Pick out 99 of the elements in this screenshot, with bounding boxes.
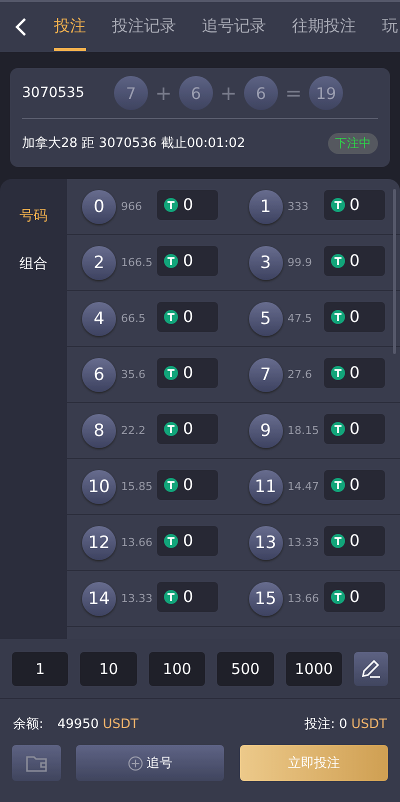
odds-text: 13.33	[288, 536, 320, 549]
category-item[interactable]: 号码	[20, 207, 48, 225]
amount-field[interactable]: 0	[324, 526, 384, 556]
amount-field[interactable]: 0	[324, 582, 384, 612]
balance-label: 余额:	[13, 716, 44, 733]
coin-icon	[330, 254, 344, 268]
odds-text: 13.33	[121, 592, 154, 605]
amount-field[interactable]: 0	[157, 246, 218, 276]
amount-field[interactable]: 0	[157, 358, 218, 388]
issue-number: 3070535	[22, 85, 86, 101]
number-ball[interactable]: 4	[82, 302, 116, 336]
balance-value: 49950	[57, 716, 99, 732]
balance-unit: USDT	[102, 716, 138, 732]
coin-icon	[330, 590, 344, 604]
chase-button[interactable]: 追号	[76, 745, 224, 781]
coin-icon	[330, 534, 344, 548]
coin-icon	[330, 366, 344, 380]
tab[interactable]: 往期投注	[292, 1, 356, 51]
coin-icon	[330, 422, 344, 436]
amount-field[interactable]: 0	[157, 190, 218, 220]
tab[interactable]: 玩	[382, 1, 398, 51]
plus-icon	[128, 756, 142, 770]
coin-icon	[164, 198, 178, 212]
bet-unit: USDT	[351, 716, 387, 732]
amount-field[interactable]: 0	[324, 302, 384, 332]
bet-label: 投注:	[304, 716, 335, 733]
coin-icon	[330, 310, 344, 324]
number-ball[interactable]: 5	[248, 302, 282, 336]
number-ball[interactable]: 3	[248, 246, 282, 280]
amount-field[interactable]: 0	[157, 582, 218, 612]
number-ball[interactable]: 9	[248, 414, 282, 448]
number-ball[interactable]: 14	[82, 582, 116, 616]
number-ball[interactable]: 15	[248, 582, 282, 616]
odds-text: 47.5	[288, 312, 313, 325]
operator: =	[284, 81, 303, 105]
sum-ball: 19	[309, 76, 343, 110]
amount-field[interactable]: 0	[157, 302, 218, 332]
amount-field[interactable]: 0	[324, 246, 384, 276]
wallet-button[interactable]	[12, 745, 61, 781]
operator: +	[154, 81, 173, 105]
tab[interactable]: 追号记录	[202, 1, 266, 51]
amount-chip[interactable]: 100	[148, 652, 206, 686]
odds-text: 18.15	[288, 424, 320, 437]
edit-button[interactable]	[354, 652, 388, 686]
tab[interactable]: 投注记录	[112, 1, 176, 51]
amount-field[interactable]: 0	[324, 470, 384, 500]
number-ball[interactable]: 11	[248, 470, 282, 504]
amount-chip[interactable]: 1	[12, 652, 68, 686]
odds-text: 66.5	[121, 312, 146, 325]
countdown-text: 加拿大28 距 3070536 截止00:01:02	[22, 135, 246, 152]
number-ball[interactable]: 8	[82, 414, 116, 448]
odds-text: 15.85	[121, 480, 154, 493]
coin-icon	[164, 254, 178, 268]
coin-icon	[164, 534, 178, 548]
odds-text: 333	[288, 200, 310, 213]
odds-text: 966	[121, 200, 143, 213]
odds-text: 166.5	[121, 256, 154, 269]
coin-icon	[330, 198, 344, 212]
odds-text: 13.66	[288, 592, 320, 605]
category-item[interactable]: 组合	[20, 255, 48, 273]
status-badge: 下注中	[328, 132, 378, 154]
coin-icon	[164, 422, 178, 436]
amount-field[interactable]: 0	[324, 190, 384, 220]
amount-field[interactable]: 0	[157, 470, 218, 500]
number-ball[interactable]: 10	[82, 470, 116, 504]
back-icon[interactable]	[15, 17, 27, 37]
number-ball[interactable]: 7	[248, 358, 282, 392]
result-ball: 7	[114, 76, 148, 110]
pencil-icon	[360, 658, 382, 680]
coin-icon	[164, 590, 178, 604]
number-ball[interactable]: 1	[248, 190, 282, 224]
bet-value: 0	[339, 716, 348, 732]
amount-field[interactable]: 0	[324, 358, 384, 388]
operator: +	[219, 81, 238, 105]
amount-field[interactable]: 0	[157, 414, 218, 444]
wallet-icon	[24, 753, 48, 773]
number-ball[interactable]: 13	[248, 526, 282, 560]
amount-field[interactable]: 0	[324, 414, 384, 444]
number-ball[interactable]: 0	[82, 190, 116, 224]
odds-text: 27.6	[288, 368, 313, 381]
odds-text: 13.66	[121, 536, 154, 549]
coin-icon	[330, 478, 344, 492]
amount-chip[interactable]: 500	[217, 652, 274, 686]
coin-icon	[164, 478, 178, 492]
coin-icon	[164, 310, 178, 324]
amount-chip[interactable]: 1000	[286, 652, 342, 686]
odds-text: 14.47	[288, 480, 320, 493]
amount-field[interactable]: 0	[157, 526, 218, 556]
result-ball: 6	[244, 76, 278, 110]
odds-text: 99.9	[288, 256, 313, 269]
coin-icon	[164, 366, 178, 380]
number-ball[interactable]: 2	[82, 246, 116, 280]
odds-text: 22.2	[121, 424, 146, 437]
number-ball[interactable]: 6	[82, 358, 116, 392]
odds-text: 35.6	[121, 368, 146, 381]
result-ball: 6	[179, 76, 213, 110]
amount-chip[interactable]: 10	[80, 652, 137, 686]
number-ball[interactable]: 12	[82, 526, 116, 560]
tab[interactable]: 投注	[54, 1, 86, 51]
